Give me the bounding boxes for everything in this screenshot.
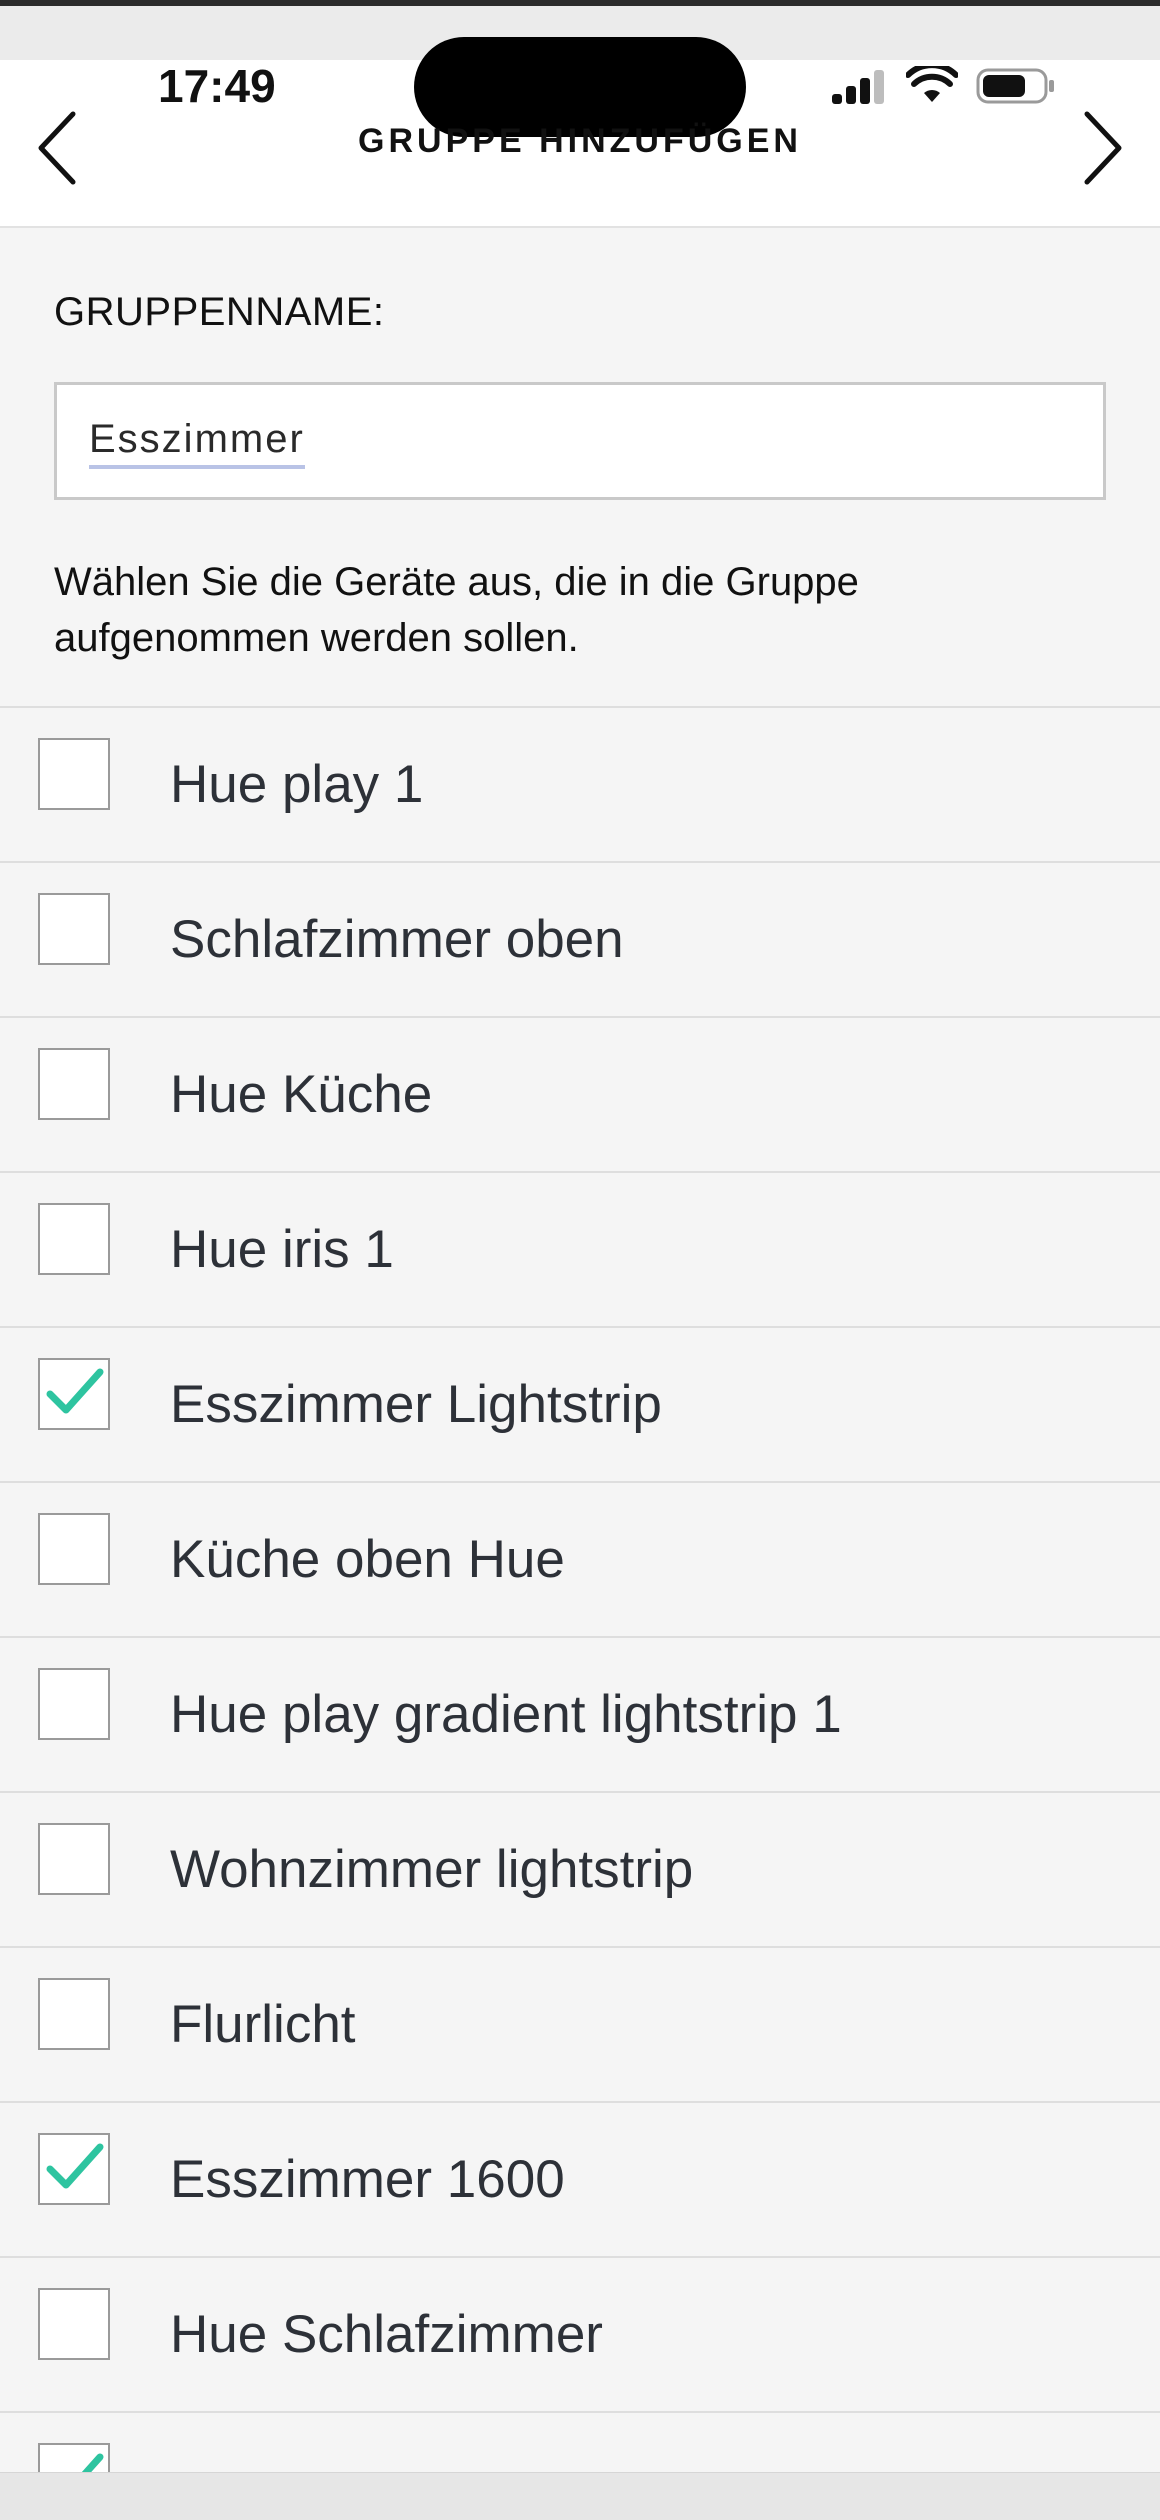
checkbox-unchecked[interactable] <box>38 1978 110 2050</box>
device-label: Hue Schlafzimmer <box>170 2305 603 2364</box>
device-label: Hue Küche <box>170 1065 433 1124</box>
instructions-text: Wählen Sie die Geräte aus, die in die Gr… <box>54 560 859 660</box>
device-label: Hue iris 1 <box>170 1220 394 1279</box>
checkmark-icon <box>46 1368 104 1414</box>
checkbox-unchecked[interactable] <box>38 893 110 965</box>
device-label: Schlafzimmer oben <box>170 910 624 969</box>
checkbox-unchecked[interactable] <box>38 2288 110 2360</box>
device-row[interactable]: Hue Schlafzimmer <box>0 2258 1160 2413</box>
device-label: Esszimmer Lightstrip <box>170 1375 662 1434</box>
app-screen: 17:49 GRUPPE HINZUFÜGEN GRUPPENNAME: Ess… <box>0 0 1160 2520</box>
bottom-edge <box>0 2472 1160 2520</box>
group-name-value: Esszimmer <box>89 413 305 469</box>
checkbox-checked[interactable] <box>38 1358 110 1430</box>
checkbox-unchecked[interactable] <box>38 1668 110 1740</box>
battery-icon <box>976 66 1056 106</box>
checkbox-checked[interactable] <box>38 2133 110 2205</box>
device-row[interactable]: Flurlicht <box>0 1948 1160 2103</box>
device-label: Esszimmer 1600 <box>170 2150 565 2209</box>
device-row[interactable]: Esszimmer 1600 <box>0 2103 1160 2258</box>
wifi-icon <box>906 66 958 106</box>
device-label: Küche oben Hue <box>170 1530 565 1589</box>
device-row[interactable]: Hue iris 1 <box>0 1173 1160 1328</box>
device-row[interactable]: Küche oben Hue <box>0 1483 1160 1638</box>
device-row[interactable]: Schlafzimmer oben <box>0 863 1160 1018</box>
status-time: 17:49 <box>158 60 276 112</box>
device-row[interactable] <box>0 2413 1160 2476</box>
device-label: Hue play 1 <box>170 755 424 814</box>
device-row[interactable]: Hue Küche <box>0 1018 1160 1173</box>
checkbox-unchecked[interactable] <box>38 1823 110 1895</box>
device-label: Flurlicht <box>170 1995 356 2054</box>
device-row[interactable]: Hue play gradient lightstrip 1 <box>0 1638 1160 1793</box>
checkbox-unchecked[interactable] <box>38 1513 110 1585</box>
device-label: Hue play gradient lightstrip 1 <box>170 1685 842 1744</box>
device-list: Hue play 1 Schlafzimmer oben Hue Küche Hue … <box>0 706 1160 2476</box>
device-row[interactable]: Wohnzimmer lightstrip <box>0 1793 1160 1948</box>
chevron-right-icon <box>1077 108 1127 193</box>
cellular-signal-icon <box>830 68 888 104</box>
forward-button[interactable] <box>1062 102 1142 198</box>
device-label: Wohnzimmer lightstrip <box>170 1840 694 1899</box>
checkmark-icon <box>46 2143 104 2189</box>
device-row[interactable]: Esszimmer Lightstrip <box>0 1328 1160 1483</box>
checkbox-unchecked[interactable] <box>38 1048 110 1120</box>
group-name-label: GRUPPENNAME: <box>54 290 385 334</box>
status-icons <box>830 66 1056 106</box>
checkbox-unchecked[interactable] <box>38 738 110 810</box>
checkbox-unchecked[interactable] <box>38 1203 110 1275</box>
header: 17:49 GRUPPE HINZUFÜGEN <box>0 37 1160 228</box>
device-row[interactable]: Hue play 1 <box>0 708 1160 863</box>
group-name-input[interactable]: Esszimmer <box>54 382 1106 500</box>
page-title: GRUPPE HINZUFÜGEN <box>358 122 802 160</box>
